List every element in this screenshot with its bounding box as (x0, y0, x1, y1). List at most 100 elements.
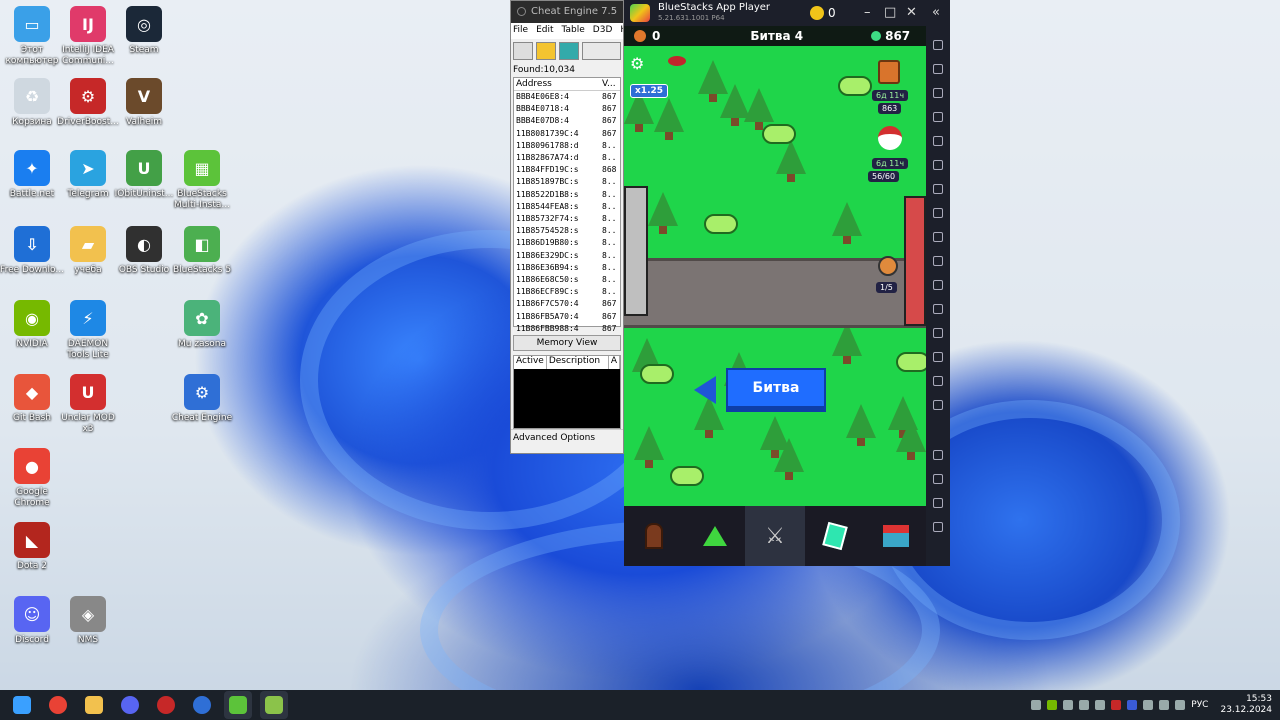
address-row[interactable]: BBB4E07D8:4 867 (514, 115, 620, 127)
desktop-icon[interactable]: U IObitUninst... (112, 150, 176, 200)
desktop-icon[interactable]: ◧ BlueStacks 5 (170, 226, 234, 276)
recent-apps-icon[interactable] (933, 522, 943, 532)
nav-shop[interactable] (866, 506, 926, 566)
rotate-icon[interactable] (933, 400, 943, 410)
keyboard-icon[interactable] (933, 88, 943, 98)
column-description[interactable]: Description (547, 356, 609, 369)
taskbar-driverbooster[interactable] (152, 691, 180, 719)
address-row[interactable]: 11B86F7C570:4 867 (514, 298, 620, 310)
desktop-icon[interactable]: ◎ Steam (112, 6, 176, 56)
desktop-icon[interactable]: ▦ BlueStacks Multi-Insta... (170, 150, 234, 211)
location-icon[interactable] (933, 352, 943, 362)
tray-bolt-icon[interactable] (1111, 700, 1122, 710)
address-row[interactable]: BBB4E06E8:4 867 (514, 91, 620, 103)
address-row[interactable]: 11B8081739C:4 867 (514, 128, 620, 140)
speed-toggle[interactable]: x1.25 (630, 84, 669, 98)
desktop-icon[interactable]: ⚙ Cheat Engine (170, 374, 234, 424)
desktop-icon[interactable]: V Valheim (112, 78, 176, 128)
desktop-icon[interactable]: ⚙ DriverBoost... (56, 78, 120, 128)
home-icon[interactable] (933, 498, 943, 508)
desktop-icon[interactable]: ▭ Этот компьютер (0, 6, 64, 67)
taskbar-discord[interactable] (116, 691, 144, 719)
desktop-icon[interactable]: ♻ Корзина (0, 78, 64, 128)
tray-lw-icon[interactable] (1127, 700, 1138, 710)
save-icon[interactable] (559, 42, 579, 60)
address-row[interactable]: 11B85754528:s 8.. (514, 225, 620, 237)
tray-volume-icon[interactable] (1175, 700, 1186, 710)
tray-app-icon[interactable] (1031, 700, 1042, 710)
desktop-icon[interactable]: ✦ Battle.net (0, 150, 64, 200)
address-row[interactable]: 11B86E329DC:s 8.. (514, 250, 620, 262)
record-icon[interactable] (933, 232, 943, 242)
tray-cloud-icon[interactable] (1095, 700, 1106, 710)
nav-cards[interactable] (805, 506, 865, 566)
tray-bluetooth-icon[interactable] (1143, 700, 1154, 710)
tray-nvidia-icon[interactable] (1047, 700, 1058, 710)
cheat-table[interactable]: Active Description A (513, 355, 621, 429)
multi-instance-icon[interactable] (933, 304, 943, 314)
column-address[interactable]: Address (516, 79, 602, 89)
column-a[interactable]: A (609, 356, 620, 369)
advanced-options-link[interactable]: Advanced Options (511, 429, 623, 446)
shield-icon[interactable] (878, 60, 900, 84)
macro-icon[interactable] (933, 136, 943, 146)
column-value[interactable]: V... (602, 79, 616, 89)
desktop-icon[interactable]: IJ IntelliJ IDEA Communi... (56, 6, 120, 67)
taskbar-chrome[interactable] (44, 691, 72, 719)
maximize-icon[interactable]: □ (884, 5, 896, 20)
desktop-icon[interactable]: ◣ Dota 2 (0, 522, 64, 572)
address-row[interactable]: 11B85732F74:s 8.. (514, 213, 620, 225)
menu-table[interactable]: Table (562, 25, 585, 37)
menu-edit[interactable]: Edit (536, 25, 553, 37)
screenshot-icon[interactable] (933, 208, 943, 218)
taskbar-bluestacks[interactable] (224, 691, 252, 719)
address-row[interactable]: 11B86FBB988:4 867 (514, 323, 620, 335)
address-list[interactable]: Address V... BBB4E06E8:4 867 BBB4E0718:4 86… (513, 77, 621, 333)
cheat-engine-window[interactable]: Cheat Engine 7.5 File Edit Table D3D H F… (510, 0, 624, 454)
apk-icon[interactable] (933, 184, 943, 194)
cheat-engine-titlebar[interactable]: Cheat Engine 7.5 (511, 1, 623, 23)
game-screen[interactable]: 0 Битва 4 867 ⚙ x1.25 6д 11ч 863 6д 11ч … (624, 26, 926, 566)
desktop-icon[interactable]: U Unclar MOD x3 (56, 374, 120, 435)
memory-view-button[interactable]: Memory View (513, 335, 621, 351)
taskbar-explorer[interactable] (80, 691, 108, 719)
bluestacks-window[interactable]: BlueStacks App Player 5.21.631.1001 P64 … (624, 0, 950, 566)
address-row[interactable]: 11B86E36B94:s 8.. (514, 262, 620, 274)
desktop-icon[interactable]: ▰ учеба (56, 226, 120, 276)
back-icon[interactable] (933, 474, 943, 484)
open-folder-icon[interactable] (536, 42, 556, 60)
desktop-icon[interactable]: ☺ Discord (0, 596, 64, 646)
wheel-icon[interactable] (878, 256, 898, 276)
close-icon[interactable]: ✕ (906, 5, 917, 20)
address-row[interactable]: 11B8544FEA8:s 8.. (514, 201, 620, 213)
menu-file[interactable]: File (513, 25, 528, 37)
address-row[interactable]: 11B86E68C50:s 8.. (514, 274, 620, 286)
nav-upgrade[interactable] (684, 506, 744, 566)
nav-battle[interactable]: ⚔ (744, 506, 806, 566)
tray-mic-icon[interactable] (1063, 700, 1074, 710)
bluestacks-titlebar[interactable]: BlueStacks App Player 5.21.631.1001 P64 … (624, 0, 950, 26)
clock[interactable]: 15:53 23.12.2024 (1220, 694, 1272, 716)
desktop-icon[interactable]: ◈ NMS (56, 596, 120, 646)
eco-mode-icon[interactable] (933, 328, 943, 338)
santa-icon[interactable] (878, 126, 902, 150)
column-active[interactable]: Active (514, 356, 547, 369)
tray-steam-icon[interactable] (1079, 700, 1090, 710)
media-icon[interactable] (933, 112, 943, 122)
desktop-icon[interactable]: ⇩ Free Downlo... (0, 226, 64, 276)
address-row[interactable]: 11B851897BC:s 8.. (514, 176, 620, 188)
gear-icon[interactable] (933, 450, 943, 460)
gallery-icon[interactable] (933, 256, 943, 266)
gamepad-icon[interactable] (933, 160, 943, 170)
fullscreen-icon[interactable] (933, 40, 943, 50)
address-row[interactable]: 11B84FFD19C:s 868 (514, 164, 620, 176)
address-row[interactable]: 11B86D19B80:s 8.. (514, 237, 620, 249)
desktop-icon[interactable]: ⚡ DAEMON Tools Lite (56, 300, 120, 361)
address-row[interactable]: 11B8522D1B8:s 8.. (514, 189, 620, 201)
desktop-icon[interactable]: ◆ Git Bash (0, 374, 64, 424)
battle-button[interactable]: Битва (726, 368, 826, 412)
keyboard-language[interactable]: РУС (1191, 700, 1208, 710)
select-process-icon[interactable] (513, 42, 533, 60)
taskbar-cheat-engine[interactable] (188, 691, 216, 719)
address-row[interactable]: BBB4E0718:4 867 (514, 103, 620, 115)
